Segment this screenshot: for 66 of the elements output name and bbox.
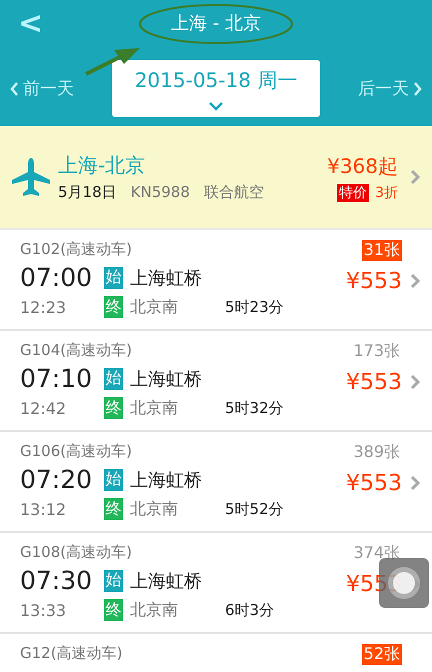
- ticket-price: ¥553: [346, 269, 402, 294]
- arrival-time: 12:42: [20, 398, 66, 418]
- seats-left: 52张: [362, 644, 402, 665]
- chevron-right-icon: [413, 82, 422, 96]
- travel-duration: 5时23分: [225, 298, 284, 316]
- start-station-badge: 始: [104, 468, 123, 490]
- departure-time: 07:00: [20, 263, 92, 292]
- train-number: G104(高速动车): [20, 341, 133, 360]
- flight-price: ¥368起: [327, 152, 398, 180]
- flight-offer-banner[interactable]: 上海-北京 5月18日 KN5988 联合航空 ¥368起 特价 3折: [0, 126, 432, 230]
- ticket-price: ¥553: [346, 471, 402, 496]
- seats-left: 389张: [352, 442, 401, 463]
- airplane-icon: [10, 156, 52, 198]
- arrival-time: 12:23: [20, 298, 66, 316]
- train-row[interactable]: G106(高速动车) 07:20 始 上海虹桥 13:12 终 北京南 5时52分 389张 ¥553: [0, 432, 432, 533]
- train-row[interactable]: G12(高速动车) 52张: [0, 634, 432, 672]
- train-number: G106(高速动车): [20, 442, 133, 461]
- chevron-right-icon: [410, 475, 420, 491]
- departure-time: 07:20: [20, 465, 92, 494]
- seats-left: 31张: [362, 240, 402, 261]
- train-row[interactable]: G104(高速动车) 07:10 始 上海虹桥 12:42 终 北京南 5时32分 173张 ¥553: [0, 331, 432, 432]
- end-station-badge: 终: [104, 498, 123, 520]
- airline-name: 联合航空: [204, 183, 264, 202]
- seats-left: 173张: [352, 341, 401, 362]
- ticket-price: ¥553: [346, 370, 402, 395]
- special-price-tag: 特价: [337, 184, 370, 202]
- seats-left: 374张: [352, 543, 401, 564]
- chevron-right-icon: [410, 169, 420, 185]
- arrival-station: 北京南: [130, 600, 179, 620]
- start-station-badge: 始: [104, 368, 123, 390]
- chevron-down-icon: [209, 102, 223, 110]
- train-number: G12(高速动车): [20, 644, 124, 663]
- train-number: G108(高速动车): [20, 543, 133, 562]
- back-button[interactable]: <: [14, 6, 48, 41]
- travel-duration: 5时32分: [225, 398, 284, 418]
- flight-date: 5月18日: [58, 183, 117, 202]
- chevron-left-icon: [10, 82, 19, 96]
- discount-label: 3折: [375, 184, 398, 202]
- travel-duration: 5时52分: [225, 500, 284, 518]
- train-number: G102(高速动车): [20, 240, 133, 259]
- departure-station: 上海虹桥: [130, 368, 202, 390]
- train-row[interactable]: G102(高速动车) 07:00 始 上海虹桥 12:23 终 北京南 5时23分 31张 ¥553: [0, 230, 432, 331]
- end-station-badge: 终: [104, 599, 123, 621]
- end-station-badge: 终: [104, 296, 123, 318]
- previous-day-button[interactable]: 前一天: [10, 77, 74, 100]
- arrival-station: 北京南: [130, 296, 179, 318]
- arrival-station: 北京南: [130, 398, 179, 418]
- flight-number: KN5988: [130, 183, 190, 202]
- flight-route: 上海-北京: [58, 152, 146, 179]
- departure-time: 07:30: [20, 566, 92, 595]
- start-station-badge: 始: [104, 266, 123, 288]
- departure-station: 上海虹桥: [130, 570, 202, 592]
- travel-duration: 6时3分: [225, 600, 274, 620]
- chevron-right-icon: [410, 273, 420, 289]
- end-station-badge: 终: [104, 397, 123, 419]
- arrival-time: 13:33: [20, 600, 66, 620]
- departure-time: 07:10: [20, 364, 92, 393]
- date-selector[interactable]: 2015-05-18 周一: [112, 60, 320, 117]
- arrival-station: 北京南: [130, 498, 179, 520]
- start-station-badge: 始: [104, 570, 123, 592]
- page-title: 上海 - 北京: [171, 13, 261, 35]
- departure-station: 上海虹桥: [130, 266, 202, 290]
- departure-station: 上海虹桥: [130, 468, 202, 492]
- chevron-right-icon: [410, 374, 420, 390]
- next-day-button[interactable]: 后一天: [358, 77, 422, 100]
- arrival-time: 13:12: [20, 500, 66, 518]
